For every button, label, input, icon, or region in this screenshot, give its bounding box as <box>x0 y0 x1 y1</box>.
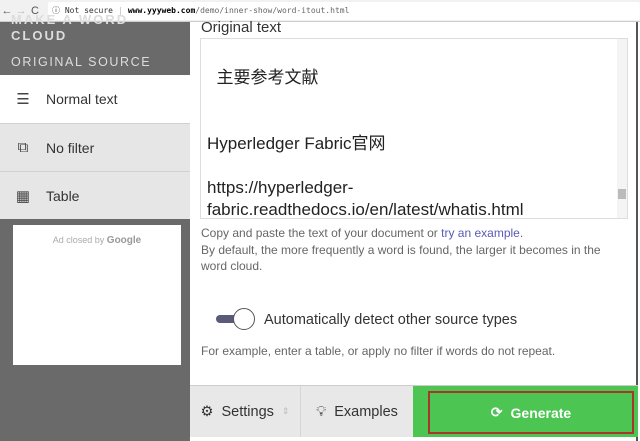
ad-text: Ad closed by <box>52 235 105 245</box>
document-icon: ☰ <box>16 91 30 108</box>
copy-icon: ⧉ <box>17 139 29 156</box>
auto-detect-toggle[interactable] <box>216 308 256 330</box>
scrollbar[interactable] <box>617 39 627 218</box>
lightbulb-icon: 💡︎ <box>316 403 327 420</box>
url-path: /demo/inner-show/word-itout.html <box>195 6 350 15</box>
refresh-icon: ⟳ <box>490 404 503 420</box>
gear-icon: ⚙ <box>200 403 214 420</box>
brand-title: MAKE A WORD CLOUD <box>11 12 129 43</box>
sidebar-item-no-filter[interactable]: ⧉ No filter <box>0 123 190 171</box>
generate-label: Generate <box>510 404 572 421</box>
main-panel: Original text 主要参考文献 Hyperledger Fabric官… <box>190 19 638 441</box>
sidebar: MAKE A WORD CLOUD ORIGINAL SOURCE ☰ Norm… <box>0 12 190 441</box>
original-text-input[interactable]: 主要参考文献 Hyperledger Fabric官网 https://hype… <box>200 38 628 219</box>
examples-label: Examples <box>334 403 398 420</box>
sidebar-item-label: No filter <box>46 139 95 156</box>
help-text: Copy and paste the text of your document… <box>201 225 626 275</box>
settings-label: Settings <box>221 403 274 420</box>
settings-button[interactable]: ⚙ Settings ⇕ <box>190 386 301 437</box>
action-bar: ⚙ Settings ⇕ 💡︎ Examples ⟳ Generate <box>190 385 638 437</box>
sidebar-item-normal-text[interactable]: ☰ Normal text <box>0 75 190 123</box>
section-title: Original text <box>201 19 282 36</box>
generate-button[interactable]: ⟳ Generate <box>413 386 638 437</box>
example-text: For example, enter a table, or apply no … <box>201 344 556 358</box>
toggle-label: Automatically detect other source types <box>264 312 518 328</box>
sidebar-item-table[interactable]: ▦ Table <box>0 171 190 219</box>
ad-box: Ad closed by Google <box>13 225 181 365</box>
try-example-link[interactable]: try an example <box>441 226 520 240</box>
sort-icon: ⇕ <box>281 406 290 416</box>
table-icon: ▦ <box>15 187 31 205</box>
help-line: Copy and paste the text of your document… <box>201 226 442 240</box>
help-period: . <box>519 226 524 240</box>
section-label: ORIGINAL SOURCE <box>11 55 152 69</box>
sidebar-item-label: Table <box>46 187 80 204</box>
examples-button[interactable]: 💡︎ Examples <box>301 386 413 437</box>
google-logo: Google <box>106 235 142 246</box>
help-line-2: By default, the more frequently a word i… <box>201 242 601 274</box>
sidebar-item-label: Normal text <box>46 91 118 107</box>
text-content: 主要参考文献 Hyperledger Fabric官网 https://hype… <box>207 68 524 219</box>
